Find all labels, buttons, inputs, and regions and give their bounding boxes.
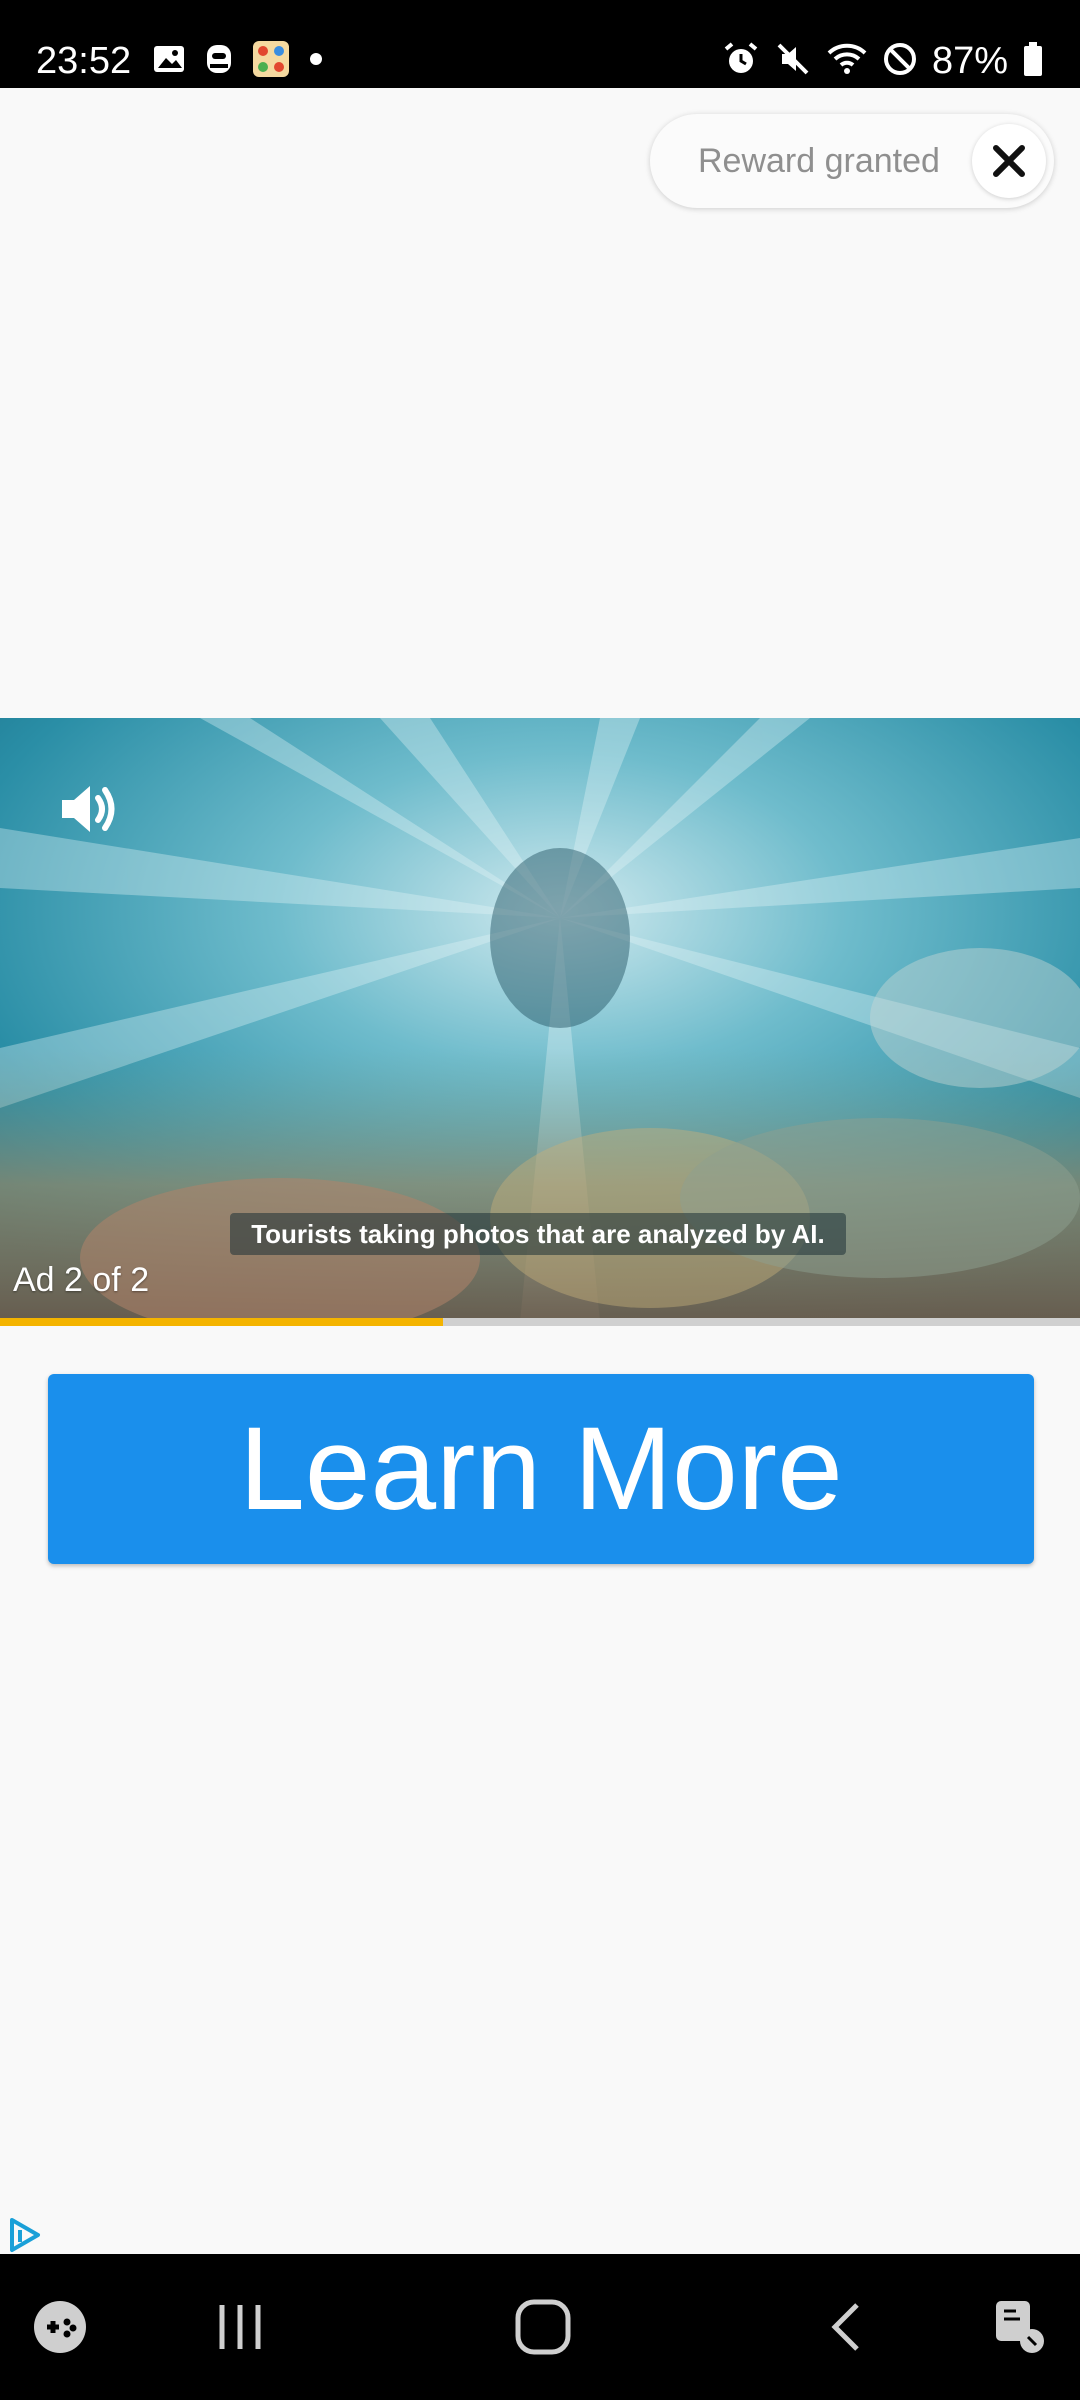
close-button[interactable] [972,124,1046,198]
image-icon [152,44,186,79]
accessibility-icon [996,2301,1044,2353]
accessibility-button[interactable] [980,2254,1060,2400]
adchoices-icon [10,2218,40,2252]
home-button[interactable] [500,2254,586,2400]
wifi-icon [826,41,868,82]
navigation-bar [0,2254,1080,2400]
sound-button[interactable] [54,774,124,844]
status-bar: 23:52 87% [0,0,1080,88]
mute-icon [774,40,812,83]
back-button[interactable] [810,2254,880,2400]
back-icon [831,2303,859,2351]
close-icon [993,145,1025,177]
system-icons: 87% [722,40,1044,83]
dot-icon [308,51,324,72]
video-progress-fill [0,1318,443,1326]
app-icon [204,43,234,80]
learn-more-button[interactable]: Learn More [48,1374,1034,1564]
video-caption: Tourists taking photos that are analyzed… [230,1213,846,1255]
battery-percent: 87% [931,40,1008,82]
ad-screen: 23:52 87% Reward granted Tourists taking… [0,0,1080,2400]
game-tools-button[interactable] [20,2254,100,2400]
home-icon [515,2299,571,2355]
notification-icons [152,40,324,83]
recents-button[interactable] [200,2254,280,2400]
status-time: 23:52 [36,40,132,82]
do-not-disturb-icon [882,41,918,82]
battery-icon [1022,41,1044,82]
recents-icon [219,2305,261,2349]
speaker-icon [62,786,115,832]
adchoices-button[interactable] [6,2216,44,2254]
ad-counter: Ad 2 of 2 [13,1261,150,1299]
alarm-icon [722,40,760,83]
reward-banner: Reward granted [650,114,1054,208]
game-tools-icon [34,2301,86,2353]
video-player[interactable]: Tourists taking photos that are analyzed… [0,718,1080,1322]
video-progress-bar [0,1318,1080,1326]
reward-label: Reward granted [698,142,940,180]
game-app-icon [252,40,290,83]
